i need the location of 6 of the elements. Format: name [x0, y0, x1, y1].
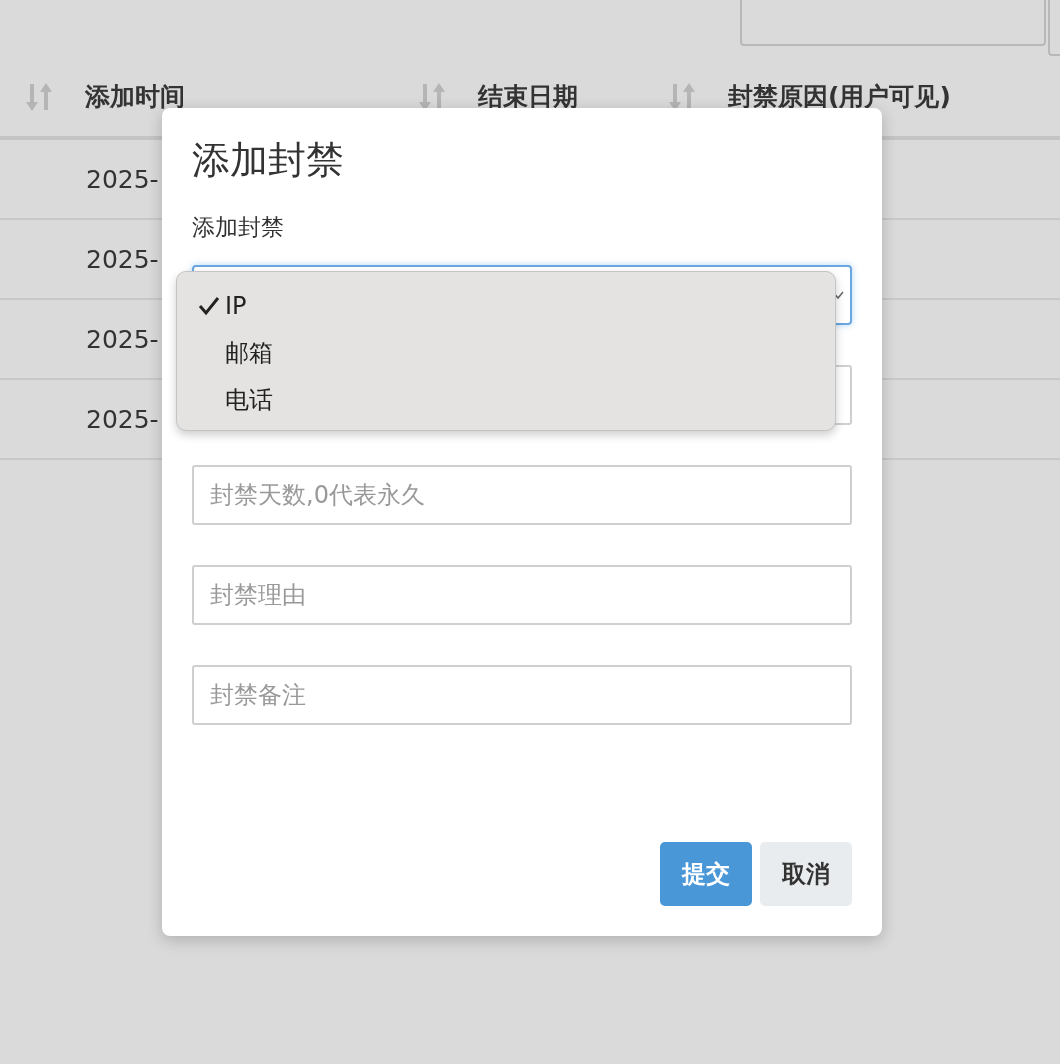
table-cell: 2025- — [86, 404, 159, 434]
table-cell: 2025- — [86, 324, 159, 354]
dialog-title: 添加封禁 — [192, 138, 345, 184]
table-cell: 2025- — [86, 244, 159, 274]
field-label: 添加封禁 — [192, 212, 285, 242]
table-cell: 2025- — [86, 164, 159, 194]
